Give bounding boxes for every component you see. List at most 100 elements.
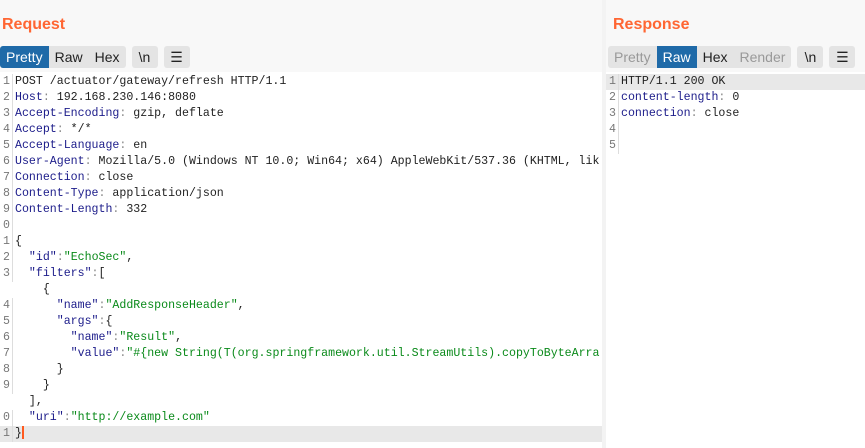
- response-editor[interactable]: 1 HTTP/1.1 200 OK 2 content-length: 0 3 conne…: [606, 74, 865, 448]
- header-key: Connection: [15, 171, 85, 184]
- line-number: 1: [606, 74, 619, 90]
- code-text: POST /actuator/gateway/refresh HTTP/1.1: [15, 75, 287, 88]
- punctuation: :: [718, 91, 733, 104]
- header-key: Content-Type: [15, 187, 99, 200]
- line-number: 5: [0, 138, 13, 154]
- code-line: 5 Accept-Language: en: [0, 138, 602, 154]
- response-panel: Response Pretty Raw Hex Render \n ☰ 1 HTTP/1…: [606, 0, 865, 448]
- code-line: 8 Content-Type: application/json: [0, 186, 602, 202]
- code-line: 9 }: [0, 378, 602, 394]
- code-line: 3 Accept-Encoding: gzip, deflate: [0, 106, 602, 122]
- line-number: 7: [0, 170, 13, 186]
- tab-pretty[interactable]: Pretty: [0, 46, 49, 68]
- tab-render[interactable]: Render: [734, 46, 792, 68]
- header-key: "args": [56, 315, 99, 328]
- line-number: 2: [0, 90, 13, 106]
- code-text: ,: [237, 299, 245, 312]
- code-line: 4: [606, 122, 865, 138]
- code-text: 0: [732, 91, 740, 104]
- code-line: 4 Accept: */*: [0, 122, 602, 138]
- menu-icon[interactable]: ☰: [163, 46, 190, 68]
- code-line: 7 "value":"#{new String(T(org.springfram…: [0, 346, 602, 362]
- string-value: "AddResponseHeader": [105, 299, 238, 312]
- request-editor[interactable]: 1 POST /actuator/gateway/refresh HTTP/1.1…: [0, 74, 602, 448]
- code-text: }: [15, 427, 22, 440]
- line-number: 8: [0, 362, 13, 378]
- line-number: 3: [0, 106, 13, 122]
- code-text: }: [15, 379, 50, 392]
- header-key: Accept-Encoding: [15, 107, 120, 120]
- string-value: "EchoSec": [63, 251, 127, 264]
- code-line: 1 POST /actuator/gateway/refresh HTTP/1.1: [0, 74, 602, 90]
- code-text: [: [98, 267, 106, 280]
- punctuation: :: [56, 251, 64, 264]
- code-line: ],: [0, 394, 602, 410]
- string-value: "Result": [119, 331, 176, 344]
- code-line: 1}: [0, 426, 602, 442]
- response-toolbar: Pretty Raw Hex Render \n ☰: [608, 46, 856, 68]
- line-number: 0: [0, 410, 13, 426]
- code-text: 332: [126, 203, 148, 216]
- code-text: {: [15, 235, 22, 248]
- code-line: 5: [606, 138, 865, 154]
- text-caret: [21, 426, 24, 440]
- header-key: "name": [56, 299, 99, 312]
- newline-toggle-button[interactable]: \n: [131, 46, 158, 68]
- string-value: "http://example.com": [70, 411, 210, 424]
- header-key: Content-Length: [15, 203, 113, 216]
- string-value: "#{new String(T(org.springframework.util…: [126, 347, 600, 360]
- code-text: {: [105, 315, 113, 328]
- tab-hex[interactable]: Hex: [697, 46, 734, 68]
- code-line: 2 content-length: 0: [606, 90, 865, 106]
- code-text: close: [704, 107, 740, 120]
- code-text: en: [133, 139, 148, 152]
- line-number: 9: [0, 378, 13, 394]
- code-text: */*: [70, 123, 92, 136]
- header-key: content-length: [621, 91, 719, 104]
- line-number: 6: [0, 154, 13, 170]
- header-key: "id": [28, 251, 57, 264]
- code-line: 6 "name":"Result",: [0, 330, 602, 346]
- tab-hex[interactable]: Hex: [89, 46, 126, 68]
- tab-raw[interactable]: Raw: [49, 46, 89, 68]
- code-line: 1{: [0, 234, 602, 250]
- line-number: 5: [0, 314, 13, 330]
- request-title: Request: [2, 16, 66, 33]
- line-number: 1: [0, 426, 13, 442]
- code-line: 8 }: [0, 362, 602, 378]
- line-number: 4: [0, 122, 13, 138]
- line-number: 4: [0, 298, 13, 314]
- punctuation: :: [119, 139, 134, 152]
- code-line: 6 User-Agent: Mozilla/5.0 (Windows NT 10.…: [0, 154, 602, 170]
- newline-toggle-button[interactable]: \n: [797, 46, 824, 68]
- punctuation: :: [56, 123, 71, 136]
- code-text: Mozilla/5.0 (Windows NT 10.0; Win64; x64…: [98, 155, 600, 168]
- code-text: }: [15, 363, 64, 376]
- menu-icon[interactable]: ☰: [829, 46, 856, 68]
- header-key: "name": [70, 331, 113, 344]
- request-view-tabs: Pretty Raw Hex: [0, 46, 126, 68]
- code-line: 0 "uri":"http://example.com": [0, 410, 602, 426]
- code-line: 1 HTTP/1.1 200 OK: [606, 74, 865, 90]
- code-text: ],: [15, 395, 43, 408]
- code-line: 3 "filters":[: [0, 266, 602, 282]
- header-key: connection: [621, 107, 691, 120]
- code-text: gzip, deflate: [133, 107, 224, 120]
- code-line: {: [0, 282, 602, 298]
- tab-raw[interactable]: Raw: [656, 46, 697, 68]
- code-text: application/json: [112, 187, 224, 200]
- line-number: 1: [0, 74, 13, 90]
- header-key: "value": [70, 347, 120, 360]
- code-line: 2 "id":"EchoSec",: [0, 250, 602, 266]
- line-number: 8: [0, 186, 13, 202]
- line-number: 2: [606, 90, 619, 106]
- punctuation: :: [119, 107, 134, 120]
- line-number: 4: [606, 122, 619, 138]
- tab-pretty[interactable]: Pretty: [608, 46, 657, 68]
- code-text: {: [15, 283, 50, 296]
